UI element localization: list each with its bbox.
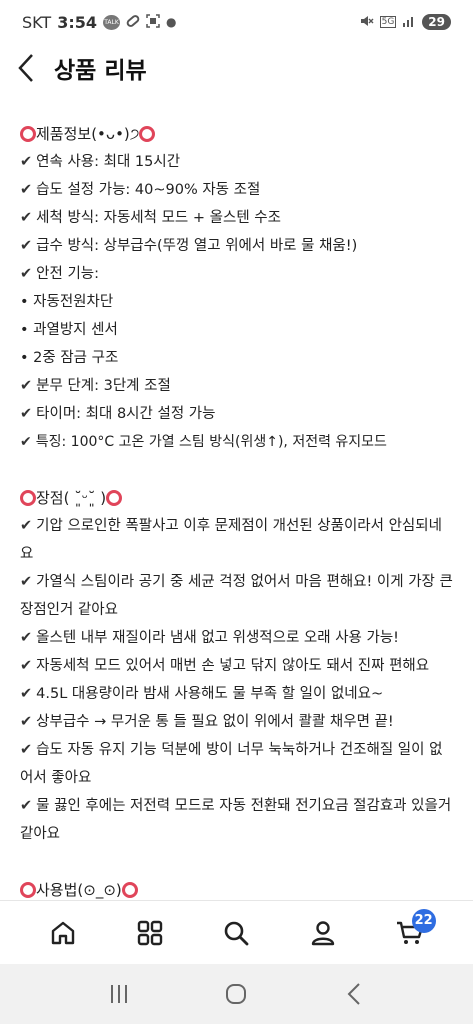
check-icon: ✔ xyxy=(20,434,32,450)
red-circle-icon xyxy=(139,126,156,142)
list-item: ✔ 습도 설정 가능: 40~90% 자동 조절 xyxy=(20,182,261,198)
back-button[interactable] xyxy=(0,44,52,92)
red-circle-icon xyxy=(20,882,36,898)
review-content: 제품정보(•ᴗ•)੭ ✔ 연속 사용: 최대 15시간 ✔ 습도 설정 가능: 40… xyxy=(0,92,473,900)
screenshot-notification-icon xyxy=(146,13,160,31)
my-page-button[interactable] xyxy=(299,909,347,957)
info-section-title: 제품정보(•ᴗ•)੭ xyxy=(20,120,455,148)
clock: 3:54 xyxy=(57,12,97,32)
page-header: 상품 리뷰 xyxy=(0,44,473,92)
list-item: ✔ 안전 기능: xyxy=(20,266,100,282)
list-item: • 2중 잠금 구조 xyxy=(20,350,119,366)
list-item: ✔ 분무 단계: 3단계 조절 xyxy=(20,378,171,394)
talk-notification-icon: TALK xyxy=(102,14,120,30)
mute-icon xyxy=(360,14,374,31)
carrier-label: SKT xyxy=(22,12,52,32)
category-button[interactable] xyxy=(126,909,174,957)
check-icon: ✔ xyxy=(20,518,33,534)
red-circle-icon xyxy=(20,126,36,142)
red-circle-icon xyxy=(121,882,138,898)
status-right: 5G 29 xyxy=(360,14,451,31)
user-icon xyxy=(311,920,335,945)
battery-level: 29 xyxy=(422,14,451,30)
back-arrow-icon xyxy=(347,983,360,1005)
home-icon xyxy=(52,921,75,944)
chevron-left-icon xyxy=(18,54,33,82)
status-left: SKT 3:54 TALK ● xyxy=(22,13,176,32)
check-icon: ✔ xyxy=(20,154,33,170)
check-icon: ✔ xyxy=(20,378,33,394)
check-icon: ✔ xyxy=(20,798,33,814)
cart-button[interactable]: 22 xyxy=(386,908,436,957)
recent-apps-button[interactable] xyxy=(95,970,143,1018)
pros-section-title: 장점( ˘͈ᵕ˘͈ ) xyxy=(20,484,455,512)
bottom-navigation: 22 xyxy=(0,900,473,964)
cart-count-badge: 22 xyxy=(411,908,436,933)
list-item: ✔ 특징: 100°C 고온 가열 스팀 방식(위생↑), 저전력 유지모드 xyxy=(20,434,387,450)
home-circle-icon xyxy=(226,984,247,1004)
list-item: • 자동전원차단 xyxy=(20,294,114,310)
system-navigation-bar xyxy=(0,964,473,1024)
list-item: ✔ 타이머: 최대 8시간 설정 가능 xyxy=(20,406,216,422)
red-circle-icon xyxy=(20,490,36,506)
list-item: ✔ 상부급수 → 무거운 통 들 필요 없이 위에서 콸콸 채우면 끝! xyxy=(20,714,394,730)
red-circle-icon xyxy=(106,490,123,506)
link-notification-icon xyxy=(126,14,140,31)
check-icon: ✔ xyxy=(20,266,33,282)
page-title: 상품 리뷰 xyxy=(54,58,147,84)
list-item: ✔ 급수 방식: 상부급수(뚜껑 열고 위에서 바로 물 채움!) xyxy=(20,238,358,254)
recent-apps-icon xyxy=(110,985,127,1003)
list-item: ✔ 올스텐 내부 재질이라 냄새 없고 위생적으로 오래 사용 가능! xyxy=(20,630,399,646)
check-icon: ✔ xyxy=(20,742,33,758)
list-item: ✔ 기압 으로인한 폭팔사고 이후 문제점이 개선된 상품이라서 안심되네요 xyxy=(20,518,442,562)
list-item: • 과열방지 센서 xyxy=(20,322,118,338)
list-item: ✔ 자동세척 모드 있어서 매번 손 넣고 닦지 않아도 돼서 진짜 편해요 xyxy=(20,658,430,674)
check-icon: ✔ xyxy=(20,406,33,422)
category-grid-icon xyxy=(137,920,163,945)
signal-icon xyxy=(402,15,416,30)
list-item: ✔ 4.5L 대용량이라 밤새 사용해도 물 부족 할 일이 없네요~ xyxy=(20,686,384,702)
check-icon: ✔ xyxy=(20,714,33,730)
status-bar: SKT 3:54 TALK ● 5G 29 xyxy=(0,0,473,44)
check-icon: ✔ xyxy=(20,182,33,198)
more-notifications-dot-icon: ● xyxy=(165,15,177,29)
check-icon: ✔ xyxy=(20,630,33,646)
check-icon: ✔ xyxy=(20,574,33,590)
list-item: ✔ 습도 자동 유지 기능 덕분에 방이 너무 눅눅하거나 건조해질 일이 없어서… xyxy=(20,742,443,786)
search-icon xyxy=(225,921,249,945)
usage-section-title: 사용법(⊙_⊙) xyxy=(20,876,455,900)
check-icon: ✔ xyxy=(20,210,33,226)
search-button[interactable] xyxy=(212,909,260,957)
home-button[interactable] xyxy=(39,909,87,957)
list-item: ✔ 연속 사용: 최대 15시간 xyxy=(20,154,181,170)
check-icon: ✔ xyxy=(20,658,33,674)
system-back-button[interactable] xyxy=(330,970,378,1018)
check-icon: ✔ xyxy=(20,238,33,254)
list-item: ✔ 가열식 스팀이라 공기 중 세균 걱정 없어서 마음 편해요! 이게 가장 큰… xyxy=(20,574,453,618)
network-type-label: 5G xyxy=(379,16,397,28)
home-system-button[interactable] xyxy=(212,970,260,1018)
list-item: ✔ 물 끓인 후에는 저전력 모드로 자동 전환돼 전기요금 절감효과 있을거 같… xyxy=(20,798,452,842)
list-item: ✔ 세척 방식: 자동세척 모드 + 올스텐 수조 xyxy=(20,210,281,226)
check-icon: ✔ xyxy=(20,686,33,702)
